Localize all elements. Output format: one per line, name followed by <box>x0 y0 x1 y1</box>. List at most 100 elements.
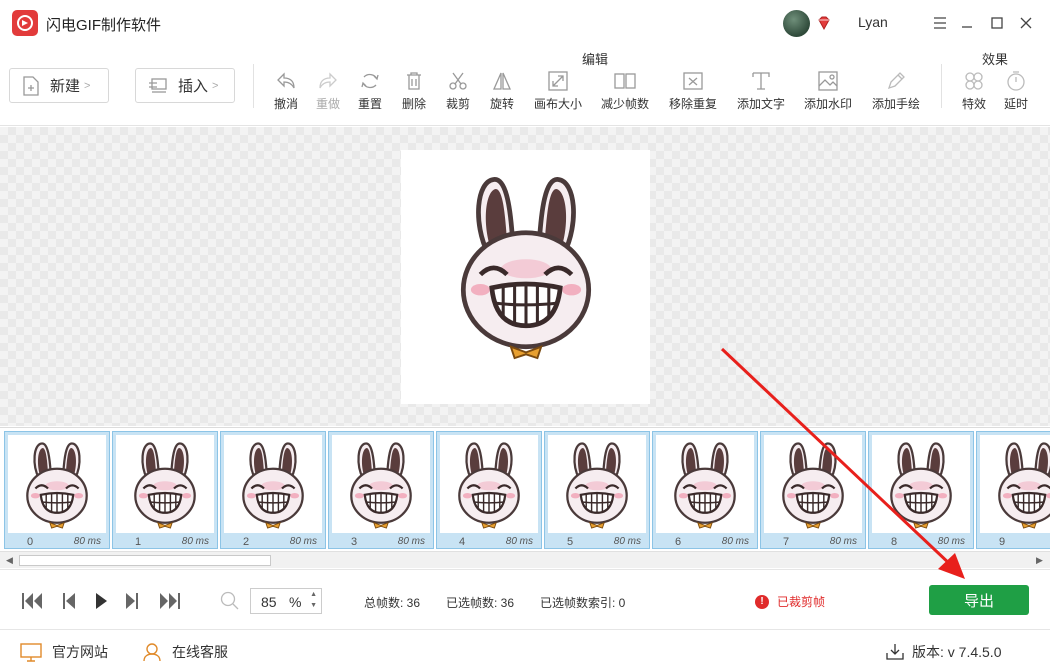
frame-thumbnail[interactable]: 3 80 ms <box>328 431 434 549</box>
zoom-unit: % <box>289 594 302 610</box>
frame-image <box>656 435 754 533</box>
skip-first-icon <box>22 593 42 609</box>
official-website-link[interactable]: 官方网站 <box>20 642 108 662</box>
trash-icon <box>407 72 421 90</box>
version-label: 版本: v 7.4.5.0 <box>912 644 1002 660</box>
reduce-frames-label: 减少帧数 <box>600 97 649 111</box>
reset-icon <box>361 73 379 89</box>
frame-image <box>332 435 430 533</box>
minimize-button[interactable] <box>956 12 978 34</box>
frame-delay[interactable]: 80 ms <box>290 536 317 547</box>
vip-diamond-icon[interactable] <box>816 15 832 31</box>
text-icon <box>752 72 770 90</box>
hamburger-icon <box>934 17 946 29</box>
add-text-label: 添加文字 <box>736 97 785 111</box>
alert-icon: ! <box>755 594 769 609</box>
frame-thumbnail[interactable]: 5 80 ms <box>544 431 650 549</box>
zoom-button[interactable] <box>217 590 243 612</box>
preview-canvas[interactable] <box>0 127 1050 426</box>
user-name[interactable]: Lyan <box>858 14 888 30</box>
preview-image <box>401 150 650 404</box>
frame-thumbnail[interactable]: 0 80 ms <box>4 431 110 549</box>
frame-thumbnail[interactable]: 6 80 ms <box>652 431 758 549</box>
resize-icon <box>548 71 568 91</box>
frame-thumbnail[interactable]: 9 <box>976 431 1050 549</box>
play-button[interactable] <box>88 590 114 612</box>
undo-icon <box>277 72 295 89</box>
frame-delay[interactable]: 80 ms <box>722 536 749 547</box>
frame-index: 9 <box>999 536 1006 548</box>
scroll-left-icon[interactable]: ◀ <box>3 554 16 567</box>
add-text-button[interactable]: 添加文字 <box>733 70 789 116</box>
minimize-icon <box>962 26 972 28</box>
selected-frame-index: 已选帧数索引: 0 <box>540 596 626 610</box>
timer-icon <box>1007 71 1025 91</box>
last-frame-button[interactable] <box>157 590 183 612</box>
scroll-thumb[interactable] <box>19 555 271 566</box>
delay-button[interactable]: 延时 <box>988 70 1044 116</box>
frame-thumbnail[interactable]: 8 80 ms <box>868 431 974 549</box>
frame-image <box>116 435 214 533</box>
frame-delay[interactable]: 80 ms <box>398 536 425 547</box>
rotate-button[interactable]: 旋转 <box>474 70 530 116</box>
frame-thumbnail[interactable]: 4 80 ms <box>436 431 542 549</box>
version-info: 版本: v 7.4.5.0 <box>886 642 1001 662</box>
watermark-icon <box>818 71 838 91</box>
add-watermark-button[interactable]: 添加水印 <box>800 70 856 116</box>
first-frame-button[interactable] <box>19 590 45 612</box>
frame-delay[interactable]: 80 ms <box>74 536 101 547</box>
online-support-link[interactable]: 在线客服 <box>142 642 228 662</box>
chevron-right-icon: > <box>212 79 219 92</box>
play-icon <box>96 593 107 609</box>
frame-delay[interactable]: 80 ms <box>506 536 533 547</box>
frame-strip[interactable]: 0 80 ms 1 80 ms 2 80 ms 3 80 ms 4 80 ms 5 80 ms 6 80 … <box>0 427 1050 552</box>
delay-label: 延时 <box>1003 97 1028 111</box>
frame-delay[interactable]: 80 ms <box>614 536 641 547</box>
frame-index: 5 <box>567 536 574 548</box>
close-button[interactable] <box>1015 12 1037 34</box>
frame-delay[interactable]: 80 ms <box>938 536 965 547</box>
frame-thumbnail[interactable]: 2 80 ms <box>220 431 326 549</box>
zoom-stepper[interactable]: 85 % ▲ ▼ <box>250 588 322 614</box>
rotate-flip-icon <box>493 72 511 90</box>
title-bar: 闪电GIF制作软件 Lyan <box>0 0 1050 46</box>
divider <box>253 64 254 108</box>
frame-thumbnail[interactable]: 1 80 ms <box>112 431 218 549</box>
canvas-size-label: 画布大小 <box>533 97 582 111</box>
export-button[interactable]: 导出 <box>929 585 1029 615</box>
zoom-down-icon[interactable]: ▼ <box>310 602 317 609</box>
zoom-up-icon[interactable]: ▲ <box>310 591 317 598</box>
maximize-button[interactable] <box>986 12 1008 34</box>
close-icon <box>1020 17 1032 29</box>
horizontal-scrollbar[interactable]: ◀ ▶ <box>0 551 1050 568</box>
previous-frame-button[interactable] <box>55 590 81 612</box>
remove-duplicates-button[interactable]: 移除重复 <box>665 70 721 116</box>
scroll-right-icon[interactable]: ▶ <box>1033 554 1046 567</box>
skip-last-icon <box>160 593 180 609</box>
add-drawing-button[interactable]: 添加手绘 <box>868 70 924 116</box>
scissors-icon <box>449 72 467 90</box>
frame-image <box>764 435 862 533</box>
add-drawing-label: 添加手绘 <box>871 97 920 111</box>
canvas-size-button[interactable]: 画布大小 <box>530 70 586 116</box>
next-frame-button[interactable] <box>120 590 146 612</box>
official-website-label: 官方网站 <box>52 644 108 660</box>
frames-icon <box>614 73 636 89</box>
app-logo <box>12 10 38 36</box>
frame-image <box>872 435 970 533</box>
frame-thumbnail[interactable]: 7 80 ms <box>760 431 866 549</box>
frame-image <box>224 435 322 533</box>
download-icon <box>886 644 904 660</box>
menu-button[interactable] <box>929 12 951 34</box>
cropped-warning: ! 已裁剪帧 <box>755 593 825 610</box>
frame-image <box>440 435 538 533</box>
zoom-value[interactable]: 85 <box>261 594 277 610</box>
frame-delay[interactable]: 80 ms <box>830 536 857 547</box>
frame-delay[interactable]: 80 ms <box>182 536 209 547</box>
toolbar: 新建 > 插入 > 编辑 效果 撤消 重做 重置 删除 裁剪 旋转 画布大小 减少帧… <box>0 46 1050 126</box>
remove-duplicates-label: 移除重复 <box>668 97 717 111</box>
avatar[interactable] <box>783 10 810 37</box>
reduce-frames-button[interactable]: 减少帧数 <box>597 70 653 116</box>
insert-button[interactable]: 插入 > <box>135 68 235 103</box>
new-button[interactable]: 新建 > <box>9 68 109 103</box>
